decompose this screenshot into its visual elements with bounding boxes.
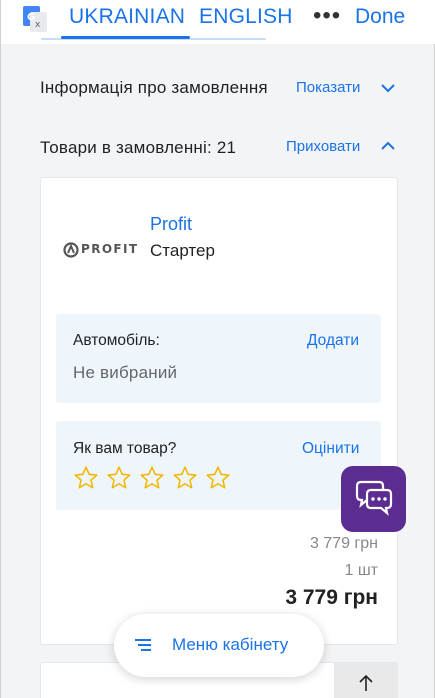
app-frame: G x UKRAINIAN ENGLISH ••• Done Інформаці… [0, 0, 435, 698]
scroll-top-button[interactable] [334, 663, 398, 698]
svg-text:x: x [35, 20, 41, 30]
order-info-heading: Інформація про замовлення [40, 78, 268, 97]
car-value: Не вибраний [73, 363, 178, 382]
chevron-down-icon[interactable] [381, 83, 395, 93]
star-icon[interactable] [205, 465, 231, 491]
star-icon[interactable] [73, 465, 99, 491]
target-language-tab[interactable]: ENGLISH [199, 5, 293, 29]
product-brand-link[interactable]: Profit [150, 214, 192, 235]
quantity: 1 шт [344, 562, 378, 579]
brand-logo-text: PROFIT [81, 242, 139, 256]
svg-text:G: G [27, 12, 35, 23]
chat-bubbles-icon [355, 480, 392, 516]
order-items-hide-button[interactable]: Приховати [286, 138, 360, 155]
add-car-button[interactable]: Додати [307, 332, 359, 350]
chat-button[interactable] [341, 466, 406, 532]
cabinet-menu-label: Меню кабінету [172, 635, 289, 654]
star-icon[interactable] [172, 465, 198, 491]
star-icon[interactable] [106, 465, 132, 491]
star-icon[interactable] [139, 465, 165, 491]
menu-lines-icon [135, 639, 151, 651]
rating-question: Як вам товар? [73, 440, 177, 457]
profit-logo-icon [63, 242, 79, 258]
unit-price: 3 779 грн [309, 535, 378, 552]
car-panel: Автомобіль: Додати Не вибраний [56, 314, 381, 403]
cabinet-menu-button[interactable]: Меню кабінету [114, 614, 324, 677]
rate-button[interactable]: Оцінити [302, 440, 359, 458]
google-translate-icon[interactable]: G x [23, 6, 47, 32]
source-language-tab[interactable]: UKRAINIAN [69, 5, 185, 29]
rating-stars[interactable] [73, 465, 231, 491]
arrow-up-icon [359, 674, 373, 691]
done-button[interactable]: Done [355, 5, 405, 29]
total-price: 3 779 грн [285, 586, 378, 609]
order-items-heading: Товари в замовленні: 21 [40, 138, 237, 157]
order-info-show-button[interactable]: Показати [296, 79, 360, 96]
chevron-up-icon[interactable] [381, 141, 395, 151]
active-language-indicator [61, 36, 190, 39]
product-name[interactable]: Стартер [150, 241, 215, 261]
more-options-button[interactable]: ••• [313, 2, 341, 30]
translate-bar: G x UKRAINIAN ENGLISH ••• Done [1, 0, 435, 44]
car-label: Автомобіль: [73, 332, 160, 349]
rating-panel: Як вам товар? Оцінити [56, 421, 381, 510]
